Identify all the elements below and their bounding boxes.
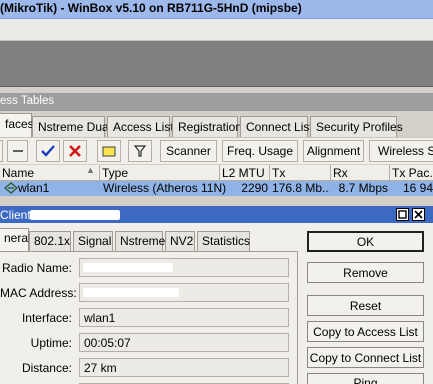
- tab-connect-list[interactable]: Connect List: [240, 116, 313, 137]
- tab-access-list[interactable]: Access List: [107, 116, 174, 137]
- wireless-tables-titlebar: ess Tables: [0, 93, 433, 111]
- minus-button[interactable]: [7, 140, 28, 162]
- checkmark-icon: [41, 145, 55, 157]
- cell-rx: 8.7 Mbps: [338, 181, 388, 195]
- close-button[interactable]: [412, 208, 425, 221]
- tab-nstreme-dual[interactable]: Nstreme Dual: [32, 116, 111, 137]
- close-icon: [414, 210, 423, 219]
- copy-to-connect-list-button[interactable]: Copy to Connect List: [307, 347, 424, 368]
- client-dialog-title: Client: [0, 208, 31, 222]
- wireless-tables-title: ess Tables: [0, 95, 55, 107]
- comment-icon: [102, 146, 116, 156]
- tab-signal[interactable]: Signal: [73, 231, 113, 251]
- column-name-label: Name: [2, 166, 35, 180]
- client-dialog: neral 802.1x Signal Nstreme NV2 Statisti…: [0, 223, 433, 384]
- window-title: (MikroTik) - WinBox v5.10 on RB711G-5HnD…: [0, 1, 302, 15]
- cell-name: wlan1: [18, 181, 50, 195]
- uptime-label: Uptime:: [30, 336, 72, 350]
- tab-statistics[interactable]: Statistics: [197, 231, 250, 251]
- distance-label: Distance:: [21, 361, 72, 375]
- uptime-field: 00:05:07: [79, 333, 289, 352]
- maximize-icon: [398, 210, 407, 219]
- ping-button[interactable]: Ping: [307, 373, 424, 384]
- disable-button[interactable]: [63, 140, 87, 162]
- enable-button[interactable]: [36, 140, 60, 162]
- wireless-interface-icon: [4, 182, 18, 197]
- column-type[interactable]: Type: [100, 165, 220, 181]
- workspace-background: [0, 41, 433, 87]
- redacted-mac: [30, 210, 120, 220]
- comment-button[interactable]: [97, 140, 121, 162]
- interface-label: Interface:: [21, 311, 72, 325]
- column-l2mtu[interactable]: L2 MTU: [220, 165, 270, 181]
- interfaces-table-header: Name ▲ Type L2 MTU Tx Rx Tx Pac...: [0, 165, 433, 181]
- cross-icon: [69, 145, 81, 157]
- cell-tx: 176.8 Mb...: [272, 181, 330, 195]
- column-rx[interactable]: Rx: [331, 165, 390, 181]
- redacted-radio-name: [83, 263, 173, 272]
- window-titlebar: (MikroTik) - WinBox v5.10 on RB711G-5HnD…: [0, 0, 433, 19]
- client-dialog-titlebar: Client: [0, 206, 433, 223]
- table-row[interactable]: wlan1 Wireless (Atheros 11N) 2290 176.8 …: [0, 181, 433, 196]
- tab-security-profiles[interactable]: Security Profiles: [310, 116, 403, 137]
- mac-address-label: MAC Address:: [0, 286, 77, 300]
- reset-button[interactable]: Reset: [307, 295, 424, 316]
- tab-802-1x[interactable]: 802.1x: [29, 231, 71, 251]
- general-panel: Radio Name: MAC Address: Interface: wlan…: [0, 251, 298, 384]
- wireless-toolbar: Scanner Freq. Usage Alignment Wireless S…: [0, 137, 433, 164]
- remove-button[interactable]: Remove: [307, 262, 424, 283]
- filter-icon: [134, 145, 146, 157]
- cell-l2mtu: 2290: [241, 181, 268, 195]
- tab-interfaces[interactable]: faces: [0, 113, 34, 137]
- maximize-button[interactable]: [396, 208, 409, 221]
- toolbar-edge: [0, 140, 3, 162]
- filter-button[interactable]: [128, 140, 152, 162]
- scanner-button[interactable]: Scanner: [160, 140, 217, 162]
- redacted-mac-address: [83, 288, 179, 297]
- column-tx-packets[interactable]: Tx Pac...: [390, 165, 433, 181]
- wireless-tables-tabs: faces Nstreme Dual Access List Registrat…: [0, 113, 433, 137]
- copy-to-access-list-button[interactable]: Copy to Access List: [307, 321, 424, 342]
- sort-arrow-icon: ▲: [86, 165, 95, 175]
- tab-nstreme[interactable]: Nstreme: [115, 231, 165, 251]
- interface-field: wlan1: [79, 308, 289, 327]
- alignment-button[interactable]: Alignment: [303, 140, 364, 162]
- radio-name-label: Radio Name:: [1, 261, 72, 275]
- wireless-sniffer-button[interactable]: Wireless Sn: [369, 140, 433, 162]
- tab-general[interactable]: neral: [0, 228, 31, 251]
- tab-nv2[interactable]: NV2: [165, 231, 195, 251]
- menu-bar: [0, 19, 433, 41]
- cell-tx-packets: 16 94: [402, 181, 433, 195]
- column-name[interactable]: Name ▲: [0, 165, 100, 181]
- tab-registration[interactable]: Registration: [172, 116, 242, 137]
- minus-icon: [12, 150, 23, 152]
- ok-button[interactable]: OK: [307, 231, 424, 252]
- window-divider: [0, 196, 433, 203]
- cell-type: Wireless (Atheros 11N): [103, 181, 227, 195]
- distance-field: 27 km: [79, 358, 289, 377]
- freq-usage-button[interactable]: Freq. Usage: [222, 140, 298, 162]
- column-tx[interactable]: Tx: [270, 165, 331, 181]
